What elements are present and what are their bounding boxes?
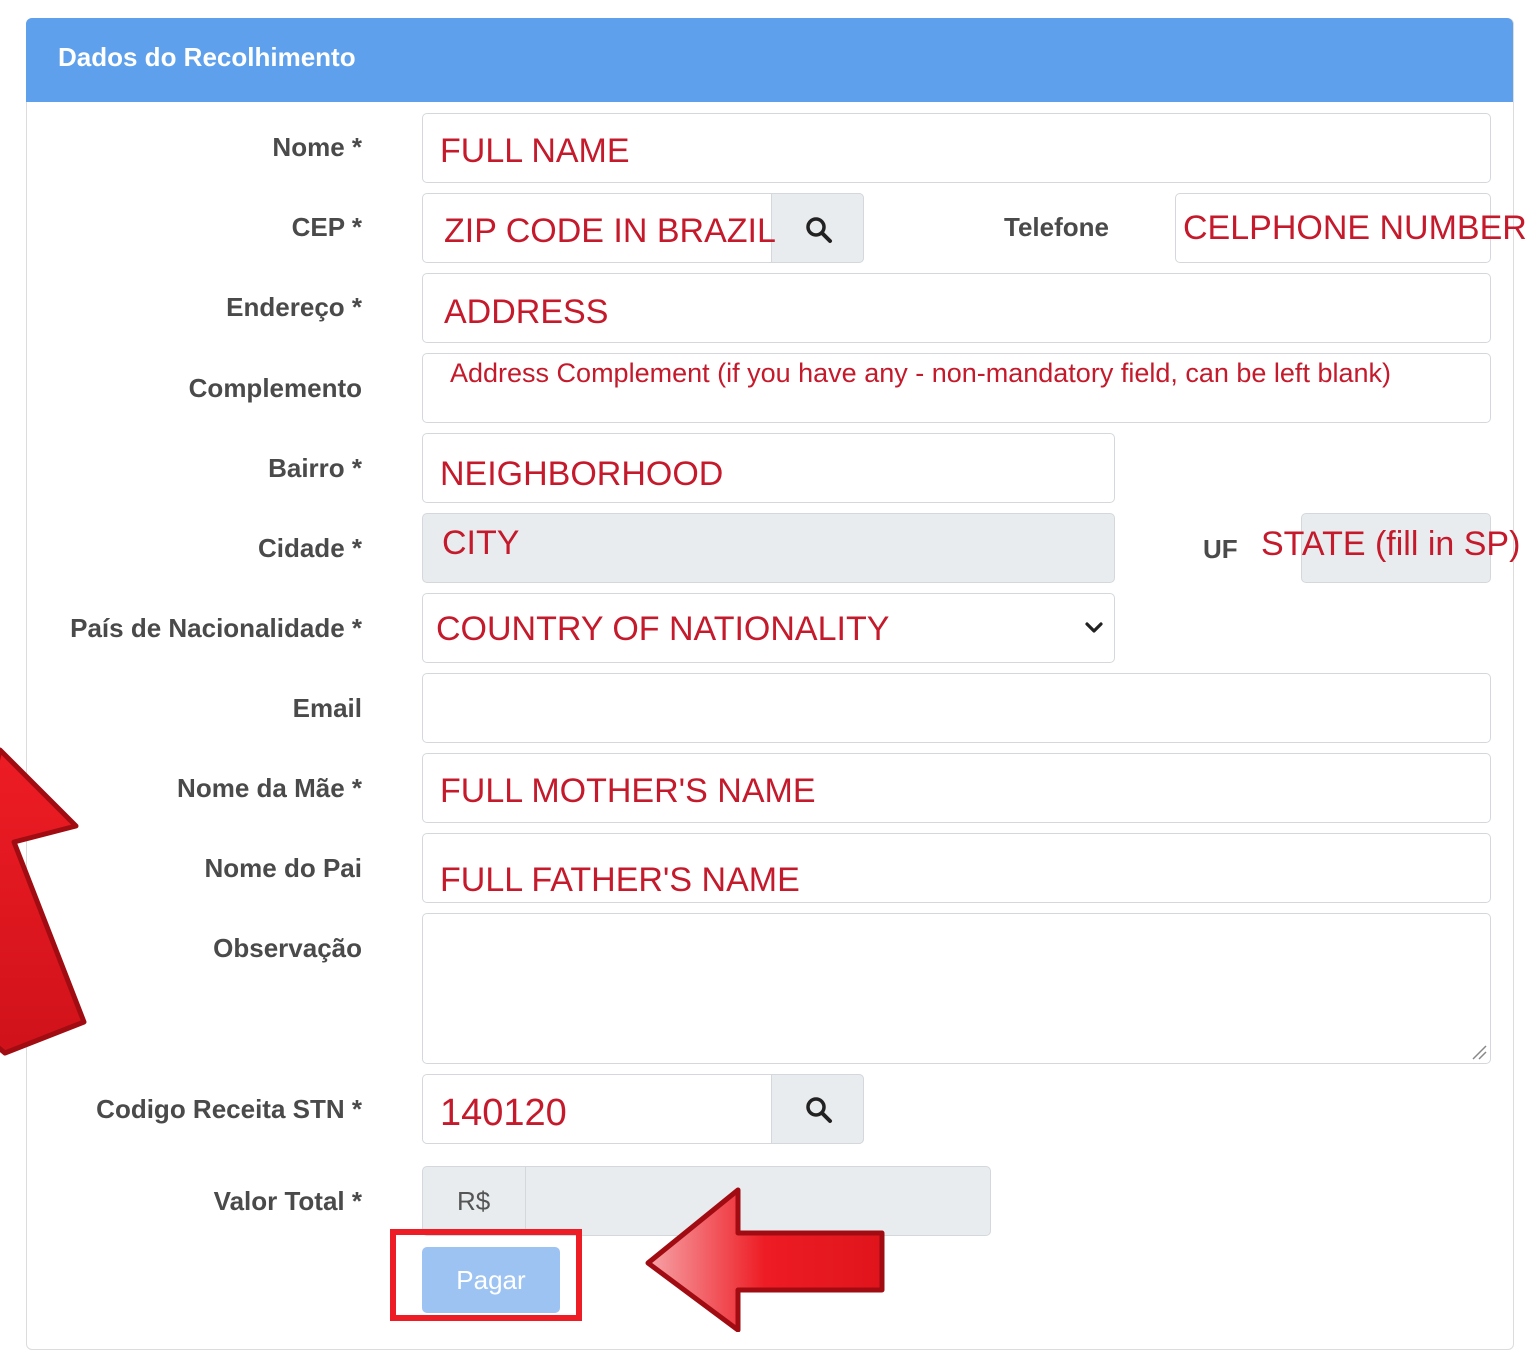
arrow-right-pointing-left <box>645 1187 885 1332</box>
arrow-left-pointing-up <box>0 747 87 1056</box>
annotation-arrows <box>0 747 885 1332</box>
